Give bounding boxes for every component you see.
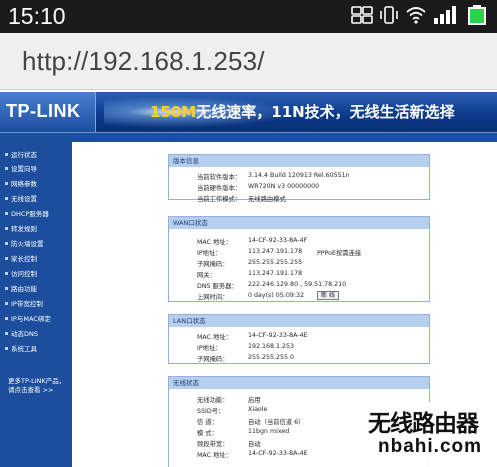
router-header-banner: TP-LINK 150M无线速率，11N技术，无线生活新选择: [0, 92, 497, 132]
banner-slogan: 150M无线速率，11N技术，无线生活新选择: [150, 101, 455, 122]
sidebar-item-system-tools[interactable]: 系统工具: [0, 341, 72, 355]
sim-card-icon: [351, 5, 373, 29]
panel-title: 无线状态: [169, 377, 429, 389]
bullet-icon: [5, 346, 8, 350]
sidebar-item-parental[interactable]: 家长控制: [0, 251, 72, 265]
slogan-speed: 150M: [150, 103, 197, 121]
bullet-icon: [5, 241, 8, 245]
sidebar-item-routing[interactable]: 路由功能: [0, 281, 72, 295]
disconnect-button[interactable]: 断 线: [317, 291, 339, 300]
sidebar-item-network[interactable]: 网络参数: [0, 176, 72, 190]
lan-mac-row: MAC 地址： 14-CF-92-33-8A-4E: [197, 332, 308, 341]
sidebar-item-firewall[interactable]: 防火墙设置: [0, 236, 72, 250]
wan-status-panel: WAN口状态 MAC 地址： 14-CF-92-33-8A-4F IP地址： 113…: [168, 216, 430, 302]
watermark-chinese: 无线路由器: [368, 410, 479, 437]
sidebar-item-setup-wizard[interactable]: 设置向导: [0, 161, 72, 175]
bullet-icon: [5, 181, 8, 185]
bullet-icon: [5, 316, 8, 320]
sidebar-item-ip-mac-binding[interactable]: IP与MAC绑定: [0, 311, 72, 325]
wifi-icon: [405, 5, 427, 29]
more-products-link[interactable]: 更多TP-LINK产品， 请点击查看 >>: [8, 377, 72, 395]
version-info-panel: 版本信息 当前软件版本： 3.14.4 Build 120913 Rel.6055…: [168, 154, 430, 203]
header-subbar: [0, 132, 497, 142]
wan-dns-row: DNS 服务器： 222.246.129.80 , 59.51.78.210: [197, 281, 347, 290]
panel-title: 版本信息: [169, 155, 429, 167]
signal-icon: [433, 5, 459, 29]
sidebar-item-access-control[interactable]: 访问控制: [0, 266, 72, 280]
url-text[interactable]: http://192.168.1.253/: [22, 46, 265, 77]
bullet-icon: [5, 166, 8, 170]
wan-gateway-row: 网关： 113.247.191.178: [197, 270, 303, 279]
wan-mac-row: MAC 地址： 14-CF-92-33-8A-4F: [197, 237, 308, 246]
browser-url-bar[interactable]: http://192.168.1.253/: [0, 33, 497, 90]
battery-icon: [465, 4, 489, 30]
bullet-icon: [5, 196, 8, 200]
bullet-icon: [5, 301, 8, 305]
bullet-icon: [5, 211, 8, 215]
tp-link-logo: TP-LINK: [6, 101, 81, 121]
bullet-icon: [5, 256, 8, 260]
connection-type: PPPoE按需连接: [317, 250, 362, 257]
site-watermark: 无线路由器 nbahi.com: [368, 402, 497, 467]
bullet-icon: [5, 152, 8, 156]
software-version-row: 当前软件版本： 3.14.4 Build 120913 Rel.60551n: [197, 172, 350, 181]
wan-uptime-row: 上网时间： 0 day(s) 05:09:32 断 线: [169, 291, 429, 301]
wan-ip-row: IP地址： 113.247.191.178 PPPoE按需连接: [197, 248, 362, 257]
sidebar-item-dhcp[interactable]: DHCP服务器: [0, 206, 72, 220]
sidebar-item-run-status[interactable]: 运行状态: [0, 147, 72, 161]
lan-ip-row: IP地址： 192.168.1.253: [197, 343, 295, 352]
status-icons: [351, 4, 489, 30]
sidebar-menu: 运行状态 设置向导 网络参数 无线设置 DHCP服务器 转发规则 防火墙设置 家…: [0, 142, 72, 467]
slogan-text: 无线速率，11N技术，无线生活新选择: [196, 103, 455, 121]
logo-area: TP-LINK: [0, 92, 96, 132]
android-status-bar: 15:10: [0, 0, 497, 33]
panel-title: WAN口状态: [169, 217, 429, 229]
wan-subnet-row: 子网掩码： 255.255.255.255: [197, 259, 303, 268]
status-time: 15:10: [8, 3, 66, 29]
watermark-domain: nbahi.com: [378, 436, 483, 457]
work-mode-row: 当前工作模式： 无线路由模式: [197, 196, 286, 203]
bullet-icon: [5, 286, 8, 290]
sidebar-item-bandwidth[interactable]: IP带宽控制: [0, 296, 72, 310]
sidebar-item-ddns[interactable]: 动态DNS: [0, 326, 72, 340]
lan-status-panel: LAN口状态 MAC 地址： 14-CF-92-33-8A-4E IP地址： 192…: [168, 314, 430, 364]
lan-subnet-row: 子网掩码： 255.255.255.0: [197, 354, 295, 363]
bullet-icon: [5, 271, 8, 275]
panel-title: LAN口状态: [169, 315, 429, 327]
sidebar-item-wireless[interactable]: 无线设置: [0, 191, 72, 205]
bullet-icon: [5, 331, 8, 335]
vibrate-icon: [379, 5, 399, 29]
bullet-icon: [5, 226, 8, 230]
sidebar-item-forwarding[interactable]: 转发规则: [0, 221, 72, 235]
hardware-version-row: 当前硬件版本： WR720N v3 00000000: [197, 183, 320, 192]
